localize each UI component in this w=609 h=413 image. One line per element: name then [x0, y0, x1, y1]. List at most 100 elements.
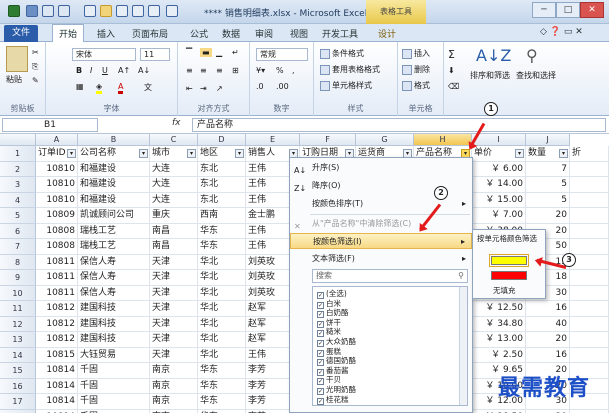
menu-sort-ascending[interactable]: A↓ 升序(S)	[290, 160, 472, 176]
tab-design[interactable]: 设计	[378, 27, 396, 40]
table-cell[interactable]: 千固	[78, 409, 150, 413]
table-cell[interactable]: 南京	[150, 363, 198, 379]
table-cell[interactable]: 华东	[198, 223, 246, 239]
row-header[interactable]: 13	[0, 332, 36, 348]
font-name-combo[interactable]: 宋体	[72, 48, 136, 61]
border-icon[interactable]: ▦	[76, 82, 84, 91]
table-cell[interactable]: 千固	[78, 394, 150, 410]
filter-dropdown-icon[interactable]: ▾	[67, 149, 76, 158]
help-icon[interactable]: ◇ ❓ ▭ ✕	[540, 27, 583, 37]
fill-icon[interactable]: ⬇	[448, 66, 455, 75]
table-cell[interactable]	[570, 285, 609, 301]
column-header[interactable]: H	[414, 134, 472, 146]
table-cell[interactable]: 40	[526, 316, 570, 332]
table-cell[interactable]: 和福建设	[78, 161, 150, 177]
menu-filter-by-color[interactable]: 按颜色筛选(I) ▸	[290, 233, 472, 249]
row-header[interactable]: 15	[0, 363, 36, 379]
underline-button[interactable]: U	[102, 66, 108, 75]
table-cell[interactable]: 华北	[198, 254, 246, 270]
grow-font-icon[interactable]: A↑	[118, 66, 130, 75]
filter-list-item[interactable]: ✓ 光明奶酪	[317, 385, 356, 395]
table-cell[interactable]	[570, 347, 609, 363]
table-cell[interactable]: 瑞栈工艺	[78, 239, 150, 255]
row-header[interactable]: 14	[0, 347, 36, 363]
italic-button[interactable]: I	[90, 66, 92, 75]
table-cell[interactable]: 7	[526, 161, 570, 177]
close-button[interactable]: ✕	[580, 2, 604, 18]
table-cell[interactable]: 16	[526, 301, 570, 317]
filter-dropdown-icon[interactable]: ▾	[515, 149, 524, 158]
table-cell[interactable]: 南京	[150, 378, 198, 394]
table-cell[interactable]: 10814	[36, 363, 78, 379]
filter-list-item[interactable]: ✓ 白奶酪	[317, 308, 349, 319]
table-cell[interactable]: 10812	[36, 316, 78, 332]
table-cell[interactable]: ￥ 2.50	[472, 347, 526, 363]
table-cell[interactable]: 10808	[36, 223, 78, 239]
cell-style-button[interactable]: 单元格样式	[320, 80, 372, 91]
table-header-cell[interactable]: 地区 ▾	[198, 146, 246, 162]
table-header-cell[interactable]: 折	[570, 146, 609, 162]
table-cell[interactable]: ￥ 13.00	[472, 332, 526, 348]
tab-developer[interactable]: 开发工具	[322, 27, 358, 40]
table-cell[interactable]: 大钰贸易	[78, 347, 150, 363]
table-cell[interactable]: 华北	[198, 285, 246, 301]
table-cell[interactable]: 华东	[198, 394, 246, 410]
phonetic-icon[interactable]: 文	[144, 82, 152, 93]
table-cell[interactable]: 天津	[150, 270, 198, 286]
column-header[interactable]: D	[198, 134, 246, 146]
table-cell[interactable]	[570, 409, 609, 413]
filter-list-item[interactable]: ✓ 糙米	[317, 327, 341, 338]
find-select-button[interactable]: 查找和选择	[516, 70, 556, 81]
find-select-icon[interactable]: ⚲	[526, 46, 538, 65]
table-cell[interactable]: 重庆	[150, 208, 198, 224]
table-cell[interactable]: 千固	[78, 363, 150, 379]
table-cell[interactable]: 南京	[150, 394, 198, 410]
column-header[interactable]: F	[300, 134, 356, 146]
column-header[interactable]: I	[472, 134, 526, 146]
comma-icon[interactable]: ,	[292, 66, 295, 75]
table-cell[interactable]	[570, 301, 609, 317]
save-icon[interactable]	[26, 5, 38, 17]
table-cell[interactable]	[570, 192, 609, 208]
table-cell[interactable]	[570, 332, 609, 348]
filter-list-item[interactable]: ✓ 大众奶酪	[317, 337, 356, 347]
table-cell[interactable]: 天津	[150, 301, 198, 317]
table-cell[interactable]: 10812	[36, 301, 78, 317]
filter-list-item[interactable]: ✓ 番茄酱	[317, 366, 349, 376]
select-all-corner[interactable]	[0, 134, 36, 146]
table-header-cell[interactable]: 数量 ▾	[526, 146, 570, 162]
row-header[interactable]: 17	[0, 394, 36, 410]
number-format-combo[interactable]: 常规	[256, 48, 308, 61]
table-cell[interactable]	[570, 161, 609, 177]
table-cell[interactable]: ￥ 12.50	[472, 301, 526, 317]
table-cell[interactable]: 5	[526, 192, 570, 208]
tab-data[interactable]: 数据	[222, 27, 240, 40]
sort-filter-icon[interactable]: A↓Z	[476, 46, 511, 65]
align-right-icon[interactable]: ≡	[216, 66, 223, 75]
font-size-combo[interactable]: 11	[140, 48, 170, 61]
table-cell[interactable]: ￥ 34.80	[472, 316, 526, 332]
merge-icon[interactable]: ⊞	[232, 66, 239, 75]
column-header[interactable]: E	[246, 134, 300, 146]
undo-icon[interactable]	[42, 5, 54, 17]
table-cell[interactable]	[570, 270, 609, 286]
table-cell[interactable]: 凯诚顾问公司	[78, 208, 150, 224]
red-fill-swatch[interactable]	[491, 271, 527, 280]
table-cell[interactable]: 16	[526, 347, 570, 363]
shrink-font-icon[interactable]: A↓	[138, 66, 150, 75]
paste-button[interactable]: 粘贴	[6, 74, 22, 85]
table-cell[interactable]: 千固	[78, 378, 150, 394]
table-cell[interactable]: 10810	[36, 192, 78, 208]
table-cell[interactable]: ￥ 14.00	[472, 177, 526, 193]
align-middle-icon[interactable]: ▬	[200, 48, 212, 57]
table-cell[interactable]	[570, 254, 609, 270]
table-cell[interactable]: 10814	[36, 394, 78, 410]
table-cell[interactable]: 华北	[198, 270, 246, 286]
clear-icon[interactable]: ⌫	[448, 82, 459, 91]
table-cell[interactable]: 华北	[198, 316, 246, 332]
filter-list-item[interactable]: ✓ (全选)	[317, 289, 347, 299]
column-header[interactable]: J	[526, 134, 570, 146]
row-header[interactable]: 10	[0, 285, 36, 301]
table-cell[interactable]: 南昌	[150, 239, 198, 255]
fill-color-icon[interactable]: ◈	[96, 82, 103, 94]
